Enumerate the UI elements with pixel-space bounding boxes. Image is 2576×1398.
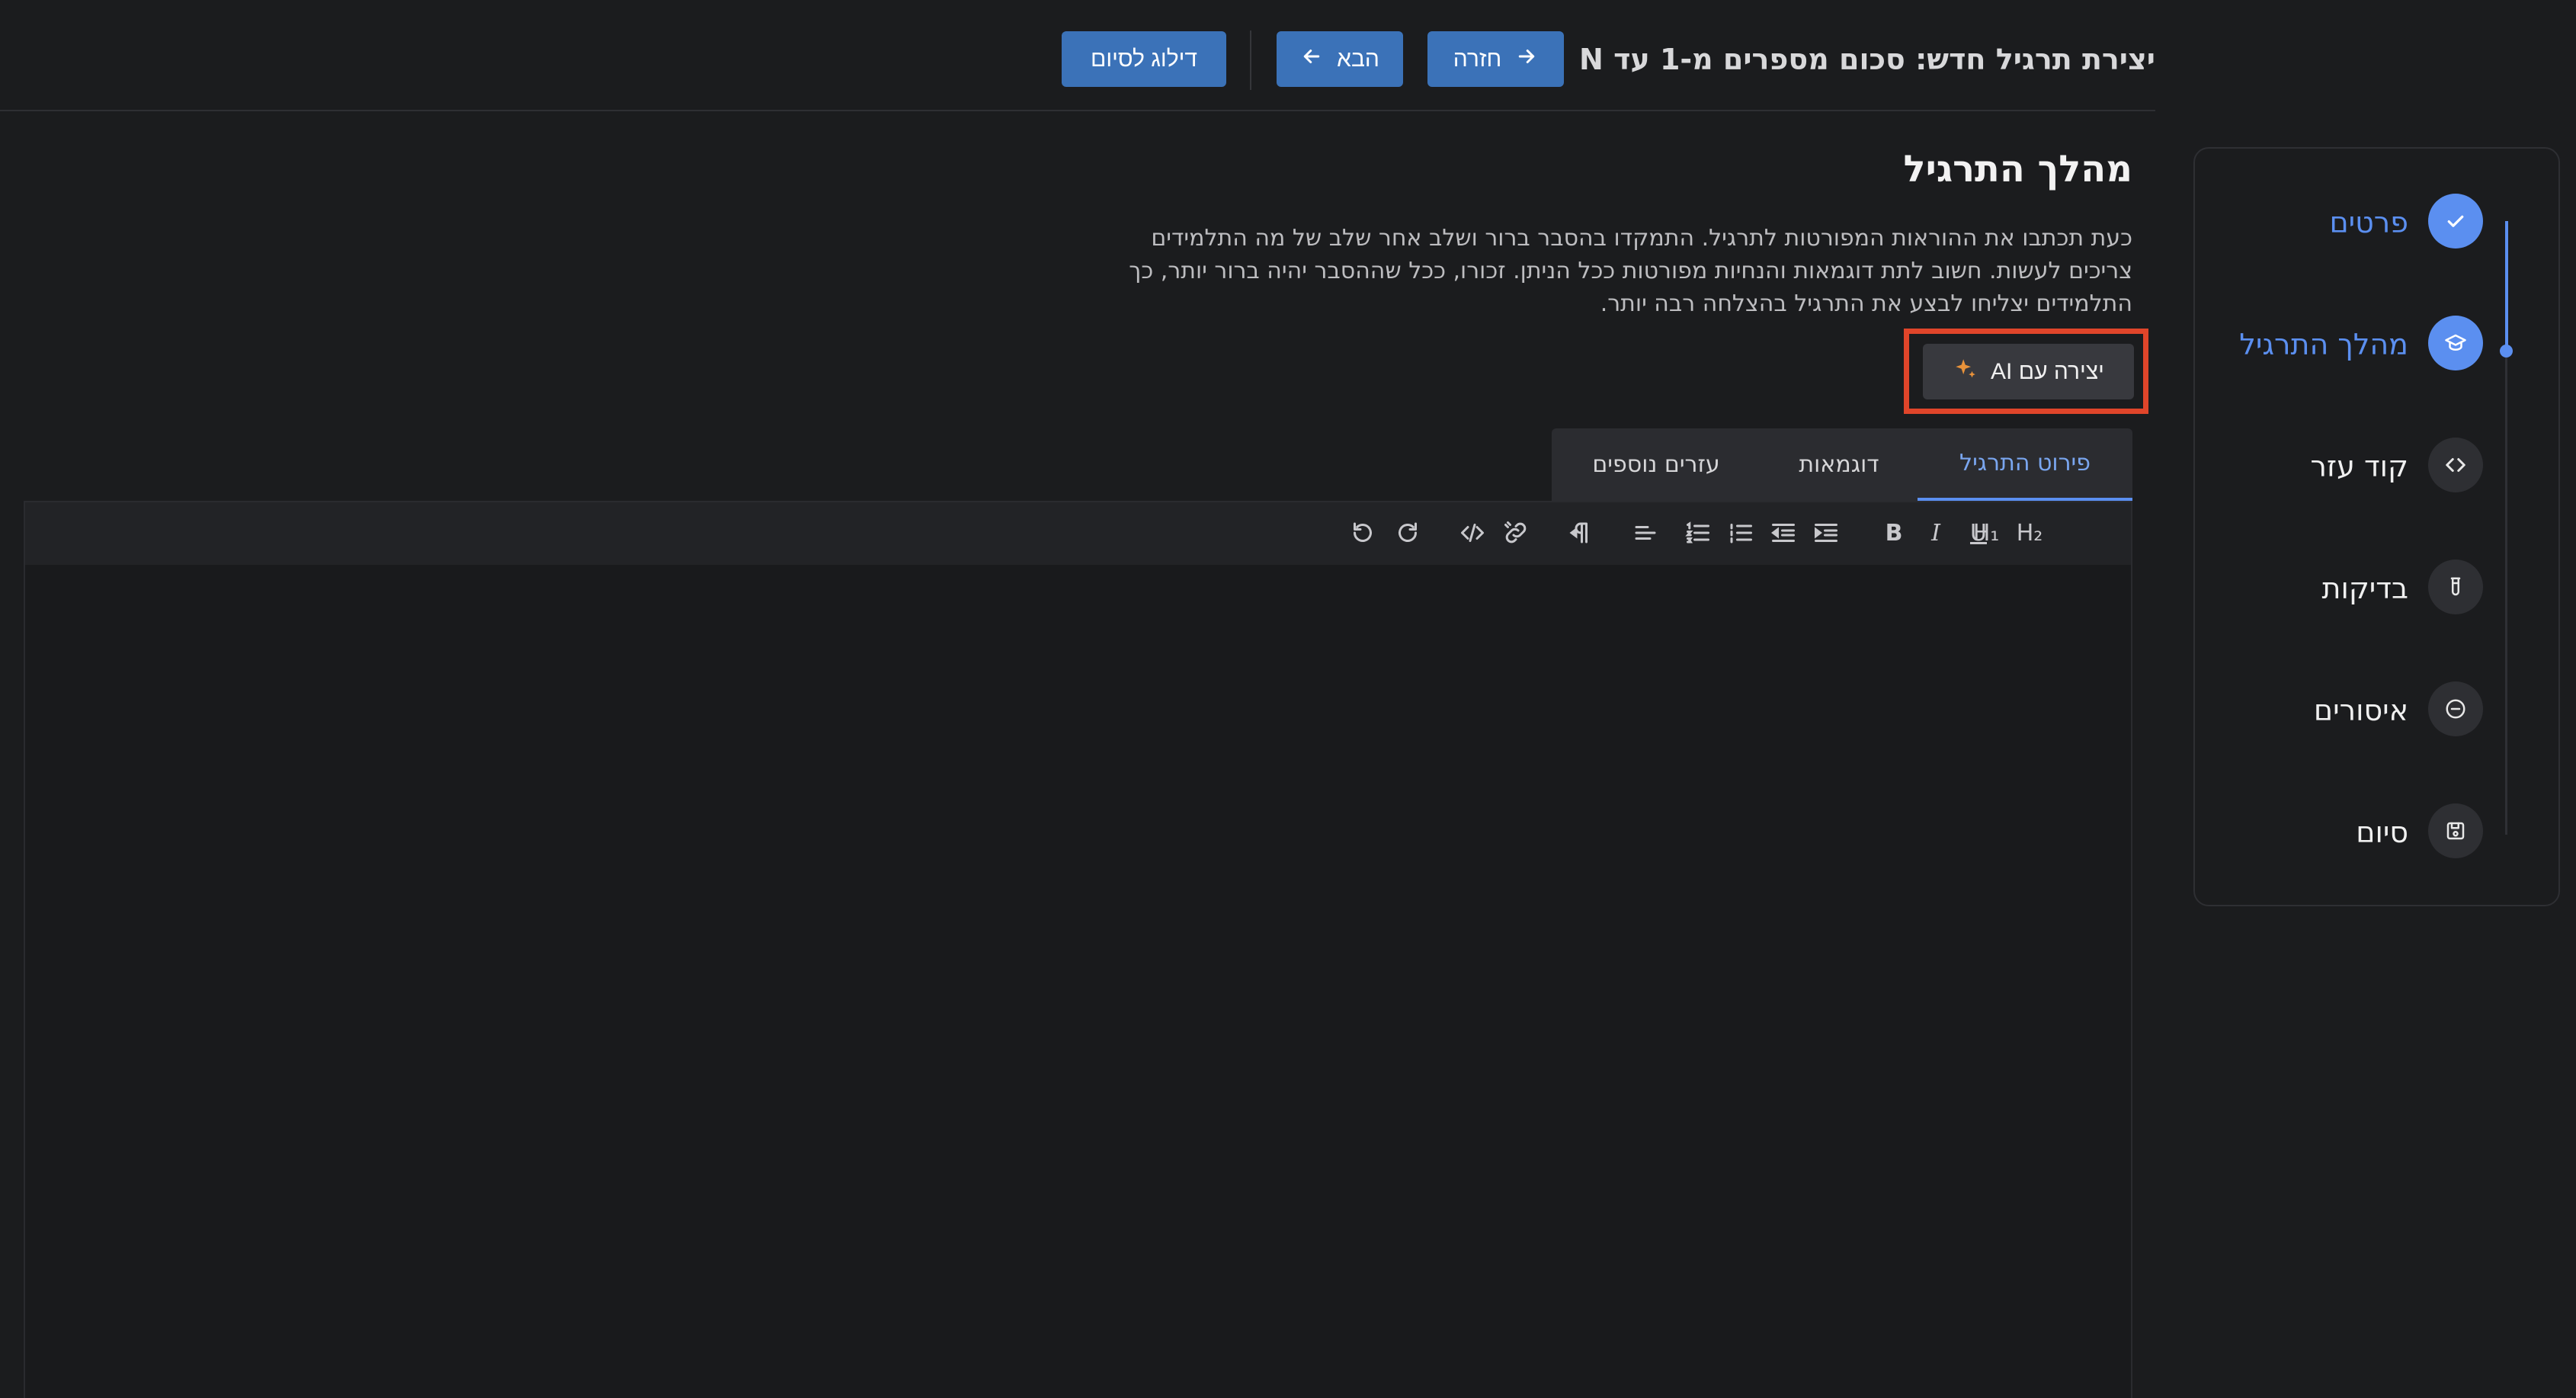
check-icon[interactable] — [2428, 194, 2483, 248]
editor-tabs: פירוט התרגיל דוגמאות עזרים נוספים — [1552, 428, 2132, 501]
step-label: בדיקות — [2321, 572, 2409, 605]
create-with-ai-button[interactable]: יצירה עם AI — [1923, 344, 2134, 399]
link-icon[interactable] — [1501, 518, 1531, 548]
page-title: יצירת תרגיל חדש: סכום מספרים מ-1 עד N — [1579, 43, 2155, 76]
back-button-label: חזרה — [1453, 46, 1502, 72]
code-icon[interactable] — [2428, 438, 2483, 492]
tab-additional-aids[interactable]: עזרים נוספים — [1552, 428, 1761, 501]
italic-button[interactable]: I — [1921, 518, 1951, 548]
redo-icon[interactable] — [1392, 518, 1423, 548]
step-label: מהלך התרגיל — [2239, 328, 2408, 361]
tab-examples[interactable]: דוגמאות — [1761, 428, 1918, 501]
tab-exercise-details[interactable]: פירוט התרגיל — [1918, 428, 2132, 501]
arrow-right-icon — [1515, 45, 1538, 74]
undo-icon[interactable] — [1347, 518, 1378, 548]
stepper-rail-progress — [2505, 221, 2508, 351]
header-divider — [1250, 30, 1251, 90]
arrow-left-icon — [1300, 45, 1323, 74]
step-label: קוד עזר — [2310, 450, 2408, 483]
editor-content-area[interactable] — [25, 565, 2131, 1398]
header-bar: יצירת תרגיל חדש: סכום מספרים מ-1 עד N חז… — [0, 0, 2155, 111]
section-description: כעת תכתבו את ההוראות המפורטות לתרגיל. הת… — [1129, 225, 2132, 317]
sparkle-icon — [1953, 356, 1978, 388]
test-tube-icon[interactable] — [2428, 560, 2483, 614]
ai-button-label: יצירה עם AI — [1991, 358, 2104, 384]
editor-toolbar: H₂ H₁ U I B — [25, 502, 2131, 565]
bold-button[interactable]: B — [1879, 518, 1909, 548]
skip-button-label: דילוג לסיום — [1090, 46, 1198, 72]
minus-circle-icon[interactable] — [2428, 681, 2483, 736]
step-label: איסורים — [2313, 694, 2408, 727]
indent-icon[interactable] — [1811, 518, 1841, 548]
skip-to-finish-button[interactable]: דילוג לסיום — [1062, 31, 1226, 87]
outdent-icon[interactable] — [1768, 518, 1799, 548]
step-label: פרטים — [2329, 206, 2408, 239]
back-button[interactable]: חזרה — [1427, 31, 1564, 87]
heading-2-button[interactable]: H₂ — [2014, 518, 2045, 548]
code-block-icon[interactable] — [1457, 518, 1488, 548]
underline-button[interactable]: U — [1963, 518, 1994, 548]
text-direction-icon[interactable] — [1565, 518, 1596, 548]
next-button[interactable]: הבא — [1277, 31, 1403, 87]
step-label: סיום — [2356, 816, 2408, 849]
stepper-progress-dot — [2500, 345, 2513, 358]
align-icon[interactable] — [1630, 518, 1661, 548]
bulleted-list-icon[interactable] — [1725, 518, 1756, 548]
section-title: מהלך התרגיל — [1903, 148, 2132, 191]
rich-text-editor: H₂ H₁ U I B — [24, 501, 2132, 1398]
save-icon[interactable] — [2428, 803, 2483, 858]
numbered-list-icon[interactable] — [1683, 518, 1713, 548]
next-button-label: הבא — [1337, 46, 1379, 72]
graduation-cap-icon[interactable] — [2428, 316, 2483, 370]
